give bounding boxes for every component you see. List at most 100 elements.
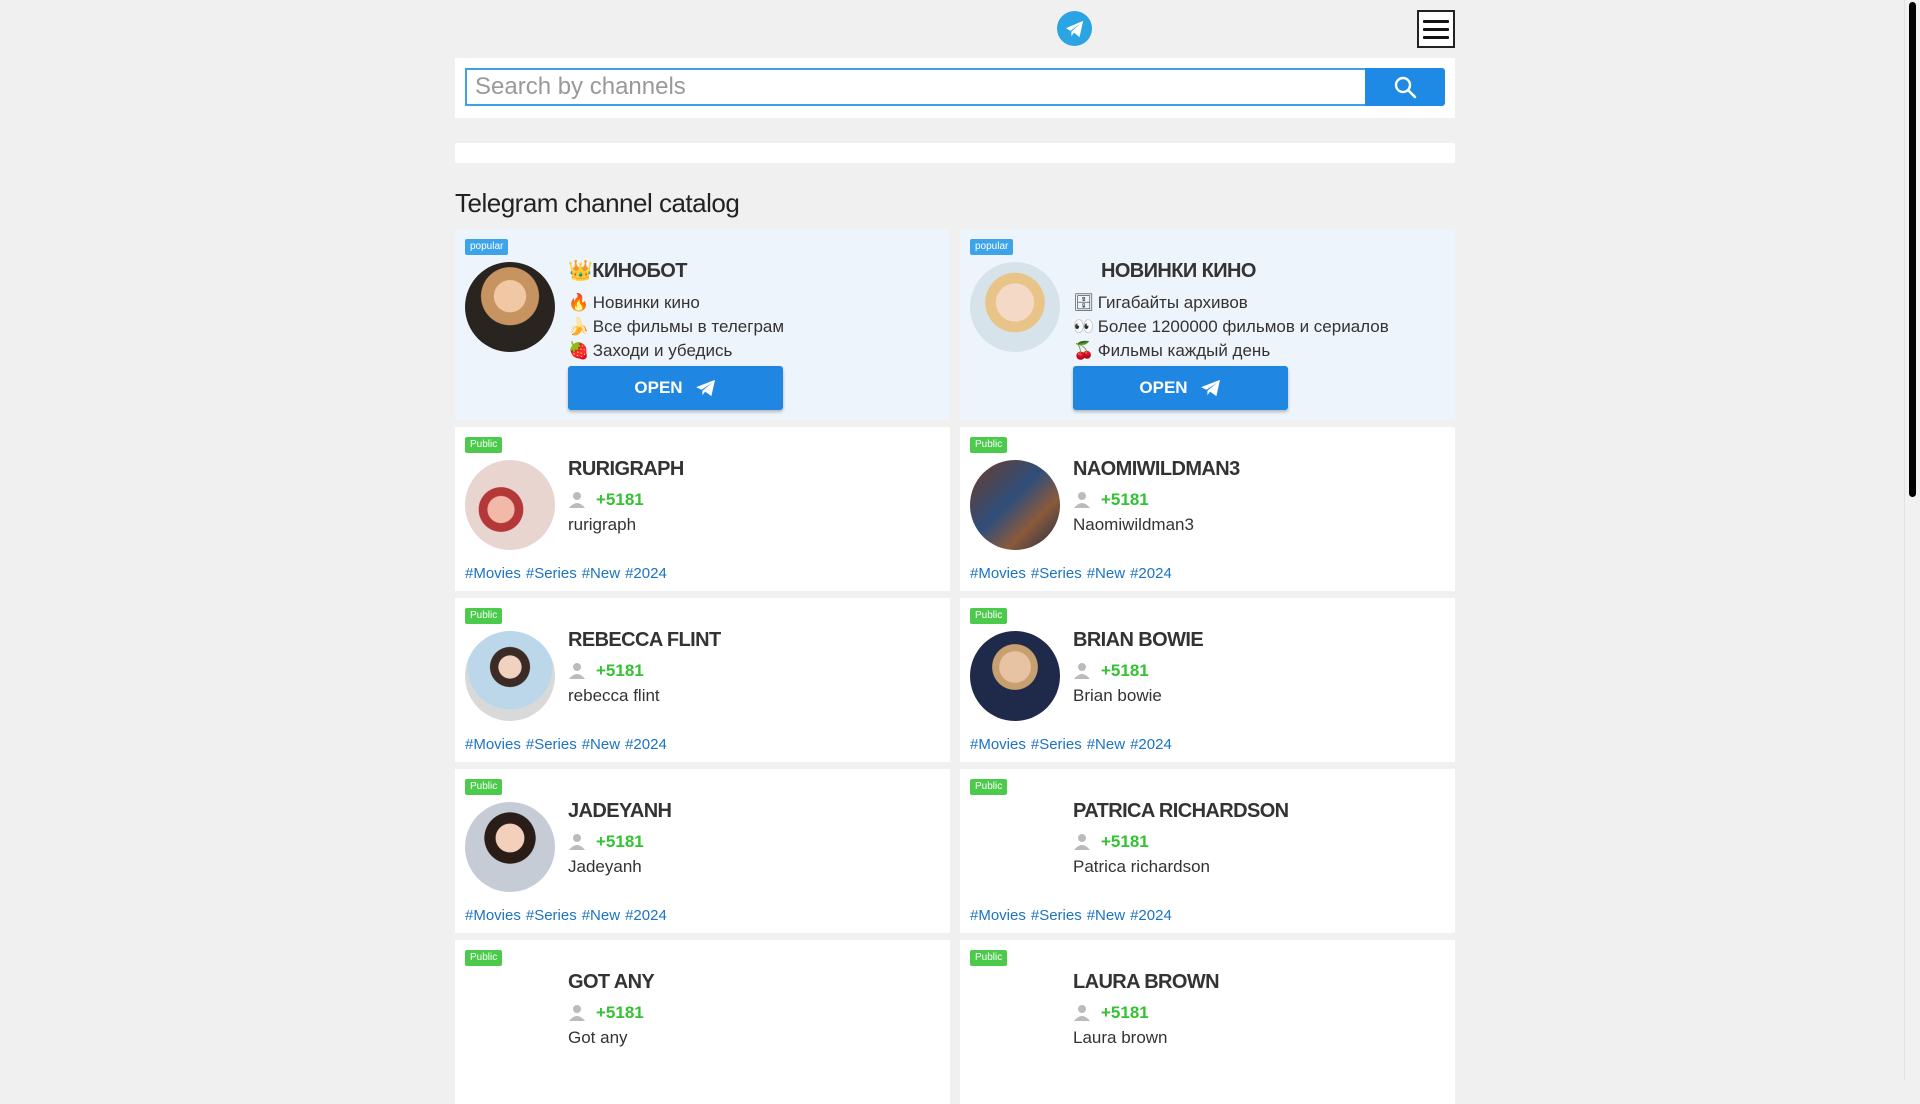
user-icon [569, 1005, 585, 1021]
promo-line: 🍓 Заходи и убедись [568, 341, 733, 360]
channel-card: Public NAOMIWILDMAN3 +5181 Naomiwildman3… [960, 427, 1455, 591]
channel-avatar[interactable] [465, 262, 555, 352]
tag-list: #Movies #Series #New #2024 [465, 907, 667, 924]
tag-link[interactable]: #2024 [625, 907, 667, 924]
tag-list: #Movies #Series #New #2024 [970, 736, 1172, 753]
scrollbar[interactable] [1904, 0, 1920, 1080]
tag-link[interactable]: #Movies [970, 736, 1026, 753]
tag-link[interactable]: #Series [526, 736, 577, 753]
search-button[interactable] [1365, 68, 1445, 106]
channel-name[interactable]: BRIAN BOWIE [1073, 628, 1445, 652]
top-bar [455, 0, 1455, 58]
channel-name[interactable]: PATRICA RICHARDSON [1073, 799, 1445, 823]
tag-link[interactable]: #New [1087, 907, 1125, 924]
channel-description: Patrica richardson [1073, 857, 1211, 876]
tag-link[interactable]: #Movies [970, 907, 1026, 924]
tag-link[interactable]: #Movies [465, 736, 521, 753]
page-container: Telegram channel catalog popular 👑КИНОБО… [455, 0, 1455, 1104]
channel-description: Jadeyanh [568, 857, 642, 876]
public-badge: Public [970, 779, 1008, 795]
public-badge: Public [465, 437, 503, 453]
channel-card: Public PATRICA RICHARDSON +5181 Patrica … [960, 769, 1455, 933]
tag-list: #Movies #Series #New #2024 [970, 565, 1172, 582]
subscriber-count: +5181 [596, 490, 644, 509]
channel-name[interactable]: REBECCA FLINT [568, 628, 940, 652]
channel-avatar[interactable] [465, 973, 555, 1063]
user-icon [1074, 492, 1090, 508]
channel-card: Public REBECCA FLINT +5181 rebecca flint… [455, 598, 950, 762]
channel-card: Public BRIAN BOWIE +5181 Brian bowie #Mo… [960, 598, 1455, 762]
search-bar [455, 58, 1455, 118]
open-button[interactable]: OPEN [1073, 366, 1288, 410]
channel-avatar[interactable] [970, 460, 1060, 550]
subscriber-count: +5181 [596, 1003, 644, 1022]
user-icon [1074, 663, 1090, 679]
telegram-icon[interactable] [1057, 11, 1092, 46]
channel-avatar[interactable] [970, 262, 1060, 352]
tag-link[interactable]: #2024 [625, 565, 667, 582]
tag-link[interactable]: #New [1087, 736, 1125, 753]
popular-badge: popular [465, 239, 509, 255]
promo-line: 🔥 Новинки кино [568, 293, 700, 312]
channel-name[interactable]: GOT ANY [568, 970, 940, 994]
tag-link[interactable]: #Series [1031, 736, 1082, 753]
hamburger-menu-icon[interactable] [1417, 10, 1455, 48]
tag-link[interactable]: #New [1087, 565, 1125, 582]
channel-avatar[interactable] [465, 802, 555, 892]
tag-link[interactable]: #New [582, 907, 620, 924]
tag-link[interactable]: #Series [526, 565, 577, 582]
channel-card: Public LAURA BROWN +5181 Laura brown [960, 940, 1455, 1104]
public-badge: Public [970, 608, 1008, 624]
scrollbar-thumb[interactable] [1909, 2, 1916, 497]
tag-link[interactable]: #2024 [1130, 565, 1172, 582]
channel-grid: popular 👑КИНОБОТ 🔥 Новинки кино 🍌 Все фи… [455, 229, 1455, 1104]
promo-card: popular 👑КИНОБОТ 🔥 Новинки кино 🍌 Все фи… [455, 229, 950, 420]
page-title: Telegram channel catalog [455, 188, 740, 218]
search-input[interactable] [465, 68, 1365, 106]
user-icon [569, 834, 585, 850]
telegram-plane-icon [1200, 379, 1220, 397]
channel-card: Public GOT ANY +5181 Got any [455, 940, 950, 1104]
tag-link[interactable]: #Movies [465, 907, 521, 924]
subscriber-count: +5181 [1101, 832, 1149, 851]
channel-name[interactable]: JADEYANH [568, 799, 940, 823]
channel-avatar[interactable] [465, 460, 555, 550]
open-button[interactable]: OPEN [568, 366, 783, 410]
channel-avatar[interactable] [970, 802, 1060, 892]
telegram-plane-icon [695, 379, 715, 397]
popular-badge: popular [970, 239, 1014, 255]
search-icon [1394, 76, 1417, 99]
channel-name[interactable]: RURIGRAPH [568, 457, 940, 481]
tag-link[interactable]: #Series [1031, 565, 1082, 582]
promo-card: popular НОВИНКИ КИНО 🗄 Гигабайты архивов… [960, 229, 1455, 420]
channel-avatar[interactable] [970, 973, 1060, 1063]
channel-avatar[interactable] [465, 631, 555, 721]
channel-name[interactable]: NAOMIWILDMAN3 [1073, 457, 1445, 481]
channel-name[interactable]: НОВИНКИ КИНО [1073, 259, 1445, 283]
tag-link[interactable]: #Movies [970, 565, 1026, 582]
tag-link[interactable]: #2024 [1130, 907, 1172, 924]
subscriber-count: +5181 [1101, 490, 1149, 509]
channel-description: rebecca flint [568, 686, 660, 705]
banner-strip [455, 143, 1455, 163]
subscriber-count: +5181 [1101, 661, 1149, 680]
tag-link[interactable]: #2024 [625, 736, 667, 753]
tag-link[interactable]: #Series [1031, 907, 1082, 924]
public-badge: Public [465, 608, 503, 624]
promo-line: 🗄 Гигабайты архивов [1073, 293, 1248, 312]
promo-line: 🍌 Все фильмы в телеграм [568, 317, 785, 336]
subscriber-count: +5181 [596, 832, 644, 851]
channel-avatar[interactable] [970, 631, 1060, 721]
promo-line: 🍒 Фильмы каждый день [1073, 341, 1271, 360]
public-badge: Public [970, 950, 1008, 966]
tag-link[interactable]: #New [582, 736, 620, 753]
tag-list: #Movies #Series #New #2024 [970, 907, 1172, 924]
tag-link[interactable]: #Movies [465, 565, 521, 582]
user-icon [1074, 1005, 1090, 1021]
subscriber-count: +5181 [1101, 1003, 1149, 1022]
channel-name[interactable]: LAURA BROWN [1073, 970, 1445, 994]
tag-link[interactable]: #New [582, 565, 620, 582]
tag-link[interactable]: #Series [526, 907, 577, 924]
channel-name[interactable]: 👑КИНОБОТ [568, 259, 940, 283]
tag-link[interactable]: #2024 [1130, 736, 1172, 753]
